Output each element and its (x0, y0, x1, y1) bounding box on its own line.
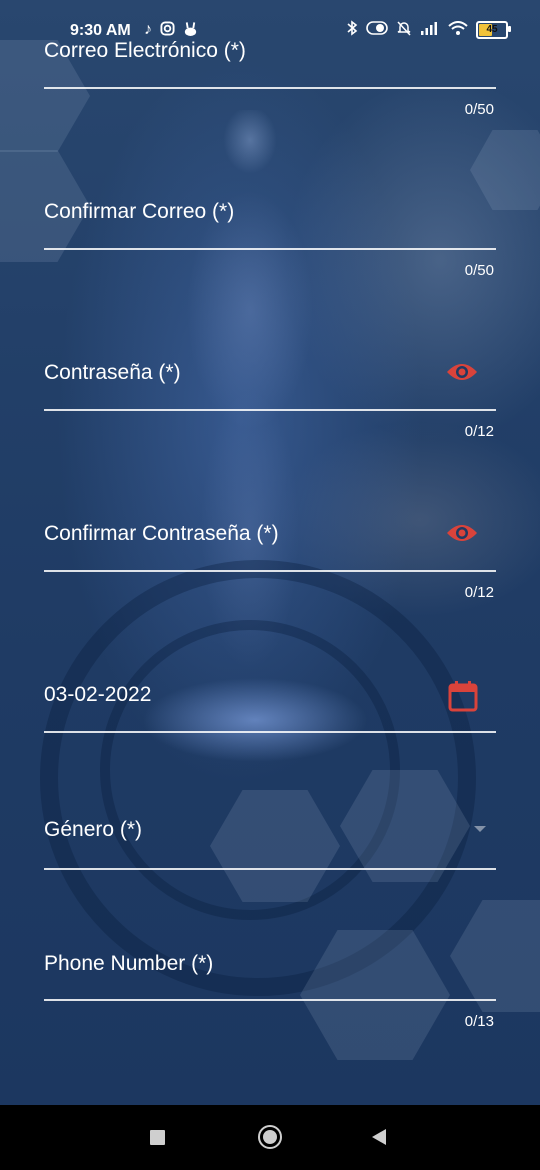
gender-dropdown[interactable]: Género (*) (44, 808, 496, 872)
battery-icon: 45 (476, 21, 511, 39)
gender-underline (44, 868, 496, 870)
mute-icon (396, 20, 412, 40)
instagram-icon (160, 21, 175, 42)
password-underline (44, 409, 496, 411)
phone-number-counter: 0/13 (464, 1013, 494, 1030)
confirm-password-field[interactable]: Confirmar Contraseña (*) 0/12 (44, 511, 496, 601)
navigation-bar (0, 1105, 540, 1170)
confirm-email-field[interactable]: Confirmar Correo (*) 0/50 (44, 190, 496, 280)
toggle-icon (366, 21, 388, 39)
birth-date-value: 03-02-2022 (44, 683, 152, 706)
birth-date-underline (44, 731, 496, 733)
calendar-icon[interactable] (448, 680, 478, 712)
phone-number-field[interactable]: Phone Number (*) 0/13 (44, 940, 496, 1032)
confirm-email-counter: 0/50 (464, 262, 494, 279)
tiktok-icon: ♪ (144, 21, 152, 38)
eye-icon[interactable] (446, 360, 478, 384)
eye-icon[interactable] (446, 521, 478, 545)
email-counter: 0/50 (464, 101, 494, 118)
status-indicators: 45 (346, 20, 511, 40)
status-app-icons: ♪ (144, 21, 198, 42)
battery-level: 45 (486, 24, 498, 35)
home-icon[interactable] (258, 1125, 282, 1149)
email-underline (44, 87, 496, 89)
birth-date-field[interactable]: 03-02-2022 (44, 672, 496, 736)
status-bar: 9:30 AM ♪ 45 (0, 0, 540, 62)
password-field[interactable]: Contraseña (*) 0/12 (44, 350, 496, 440)
confirm-email-label: Confirmar Correo (*) (44, 200, 235, 223)
phone-number-underline (44, 999, 496, 1001)
confirm-email-underline (44, 248, 496, 250)
back-icon[interactable] (372, 1129, 386, 1145)
password-label: Contraseña (*) (44, 361, 181, 384)
gender-label: Género (*) (44, 818, 143, 841)
chevron-down-icon[interactable] (474, 826, 486, 832)
bluetooth-icon (346, 20, 358, 40)
confirm-password-underline (44, 570, 496, 572)
signal-icon (420, 21, 440, 39)
wifi-icon (448, 20, 468, 40)
phone-number-label: Phone Number (*) (44, 952, 214, 975)
bunny-app-icon (183, 21, 198, 42)
password-counter: 0/12 (464, 423, 494, 440)
confirm-password-counter: 0/12 (464, 584, 494, 601)
recents-icon[interactable] (150, 1130, 165, 1145)
confirm-password-label: Confirmar Contraseña (*) (44, 522, 279, 545)
status-time: 9:30 AM (70, 22, 131, 39)
